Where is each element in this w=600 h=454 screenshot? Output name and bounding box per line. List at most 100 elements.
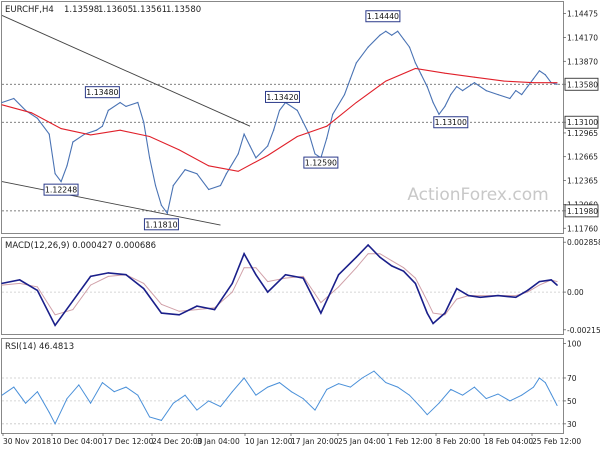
ma-point-17 (503, 80, 505, 82)
price-point-19 (160, 204, 163, 206)
price-point-17 (149, 157, 151, 159)
ohlc-low: 1.13561 (132, 5, 167, 15)
macd-signal-point-19 (320, 302, 322, 304)
macd-point-9 (160, 312, 163, 314)
price-tick-label-3: 1.13580 (567, 80, 598, 89)
x-tick-label-2: 17 Dec 12:00 (103, 437, 154, 446)
price-tick-label-6: 1.12665 (567, 153, 598, 162)
rsi-point-32 (373, 370, 375, 372)
macd-signal-point-14 (243, 267, 245, 269)
price-point-71 (556, 83, 558, 85)
macd-point-0 (1, 282, 3, 285)
rsi-point-28 (326, 388, 328, 390)
rsi-tick-label-2: 50 (567, 397, 577, 406)
x-tick-label-9: 8 Feb 20:00 (436, 437, 481, 446)
price-point-64 (515, 90, 517, 92)
macd-point-17 (284, 273, 287, 276)
annotation-label-3: 1.13420 (266, 93, 298, 102)
x-tick-label-11: 25 Feb 12:00 (532, 437, 581, 446)
rsi-point-29 (338, 383, 340, 385)
price-point-33 (278, 109, 281, 111)
price-point-57 (450, 93, 452, 96)
x-tick-label-3: 24 Dec 20:00 (152, 437, 203, 446)
rsi-point-48 (544, 382, 546, 384)
macd-tick-label-2: -0.002158 (567, 326, 600, 335)
ma-point-10 (296, 135, 298, 137)
price-point-30 (255, 157, 257, 159)
price-point-67 (532, 78, 535, 80)
price-point-20 (166, 212, 168, 214)
price-point-69 (544, 74, 546, 76)
macd-signal-point-0 (1, 284, 3, 286)
macd-point-2 (36, 289, 39, 292)
rsi-point-45 (521, 394, 523, 396)
price-point-55 (438, 113, 440, 115)
price-point-42 (349, 78, 352, 80)
macd-signal-point-15 (255, 267, 257, 269)
macd-point-23 (379, 256, 381, 258)
macd-signal-point-28 (432, 312, 434, 314)
price-point-58 (456, 86, 458, 88)
ma-point-19 (556, 82, 558, 84)
price-point-5 (54, 173, 56, 175)
price-point-25 (219, 184, 222, 187)
price-point-35 (296, 109, 298, 111)
rsi-point-19 (219, 406, 221, 408)
macd-signal-point-21 (355, 267, 357, 269)
price-tick-label-1: 1.14170 (567, 34, 598, 43)
ma-point-13 (385, 80, 387, 82)
price-point-6 (60, 180, 62, 183)
macd-point-20 (337, 273, 340, 276)
ma-point-16 (473, 76, 475, 78)
macd-label: MACD(12,26,9) 0.000427 0.000686 (5, 241, 156, 251)
macd-point-1 (19, 279, 21, 281)
price-point-16 (143, 121, 145, 123)
ohlc-high: 1.13605 (98, 5, 133, 15)
macd-signal-point-23 (379, 253, 381, 255)
price-point-7 (66, 165, 68, 167)
rsi-point-34 (397, 386, 399, 388)
macd-point-4 (72, 300, 74, 302)
price-point-53 (426, 86, 428, 88)
price-point-12 (107, 109, 109, 111)
price-tick-label-0: 1.14475 (567, 9, 598, 18)
macd-signal-point-3 (54, 314, 56, 316)
price-point-46 (385, 30, 387, 32)
price-point-4 (48, 133, 50, 135)
macd-signal-point-5 (90, 284, 92, 286)
macd-point-28 (432, 322, 434, 325)
rsi-point-26 (302, 398, 304, 400)
ma-point-7 (208, 165, 210, 167)
rsi-point-35 (408, 394, 410, 396)
macd-point-25 (402, 270, 405, 272)
price-point-22 (184, 169, 186, 171)
price-point-60 (473, 82, 476, 84)
macd-signal-point-26 (414, 277, 416, 279)
macd-point-36 (538, 280, 541, 283)
price-tick-label-4: 1.13100 (567, 118, 598, 127)
price-point-66 (526, 86, 529, 88)
chart-root: ActionForex.com EURCHF,H4 1.13598 1.1360… (0, 0, 600, 450)
price-tick-label-9: 1.11980 (567, 207, 598, 216)
macd-signal-point-30 (456, 298, 458, 300)
macd-point-7 (125, 273, 127, 276)
rsi-tick-label-0: 100 (567, 340, 582, 349)
rsi-point-41 (473, 386, 475, 388)
price-point-18 (154, 184, 157, 187)
ma-point-3 (90, 134, 92, 136)
macd-signal-point-1 (19, 282, 21, 284)
price-point-21 (172, 184, 174, 187)
rsi-point-46 (532, 386, 534, 388)
macd-signal-point-27 (426, 300, 428, 302)
price-point-11 (101, 125, 103, 127)
macd-point-32 (479, 296, 482, 299)
macd-point-10 (178, 314, 180, 316)
macd-signal-point-34 (515, 295, 517, 297)
price-point-31 (267, 145, 269, 147)
annotation-label-1: 1.12248 (45, 186, 77, 195)
ma-point-8 (237, 170, 239, 172)
price-point-44 (367, 46, 369, 48)
rsi-point-12 (137, 394, 139, 396)
macd-point-3 (54, 324, 56, 326)
price-point-40 (332, 113, 334, 115)
